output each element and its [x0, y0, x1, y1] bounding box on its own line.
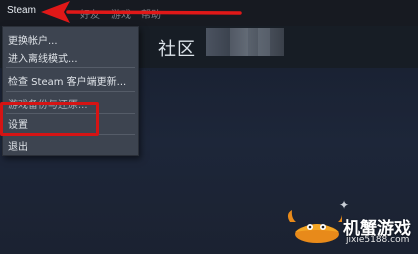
sparkle-icon: ✦	[339, 198, 350, 212]
crab-logo-icon	[287, 210, 342, 243]
watermark-url: jixie5188.com	[346, 235, 410, 245]
